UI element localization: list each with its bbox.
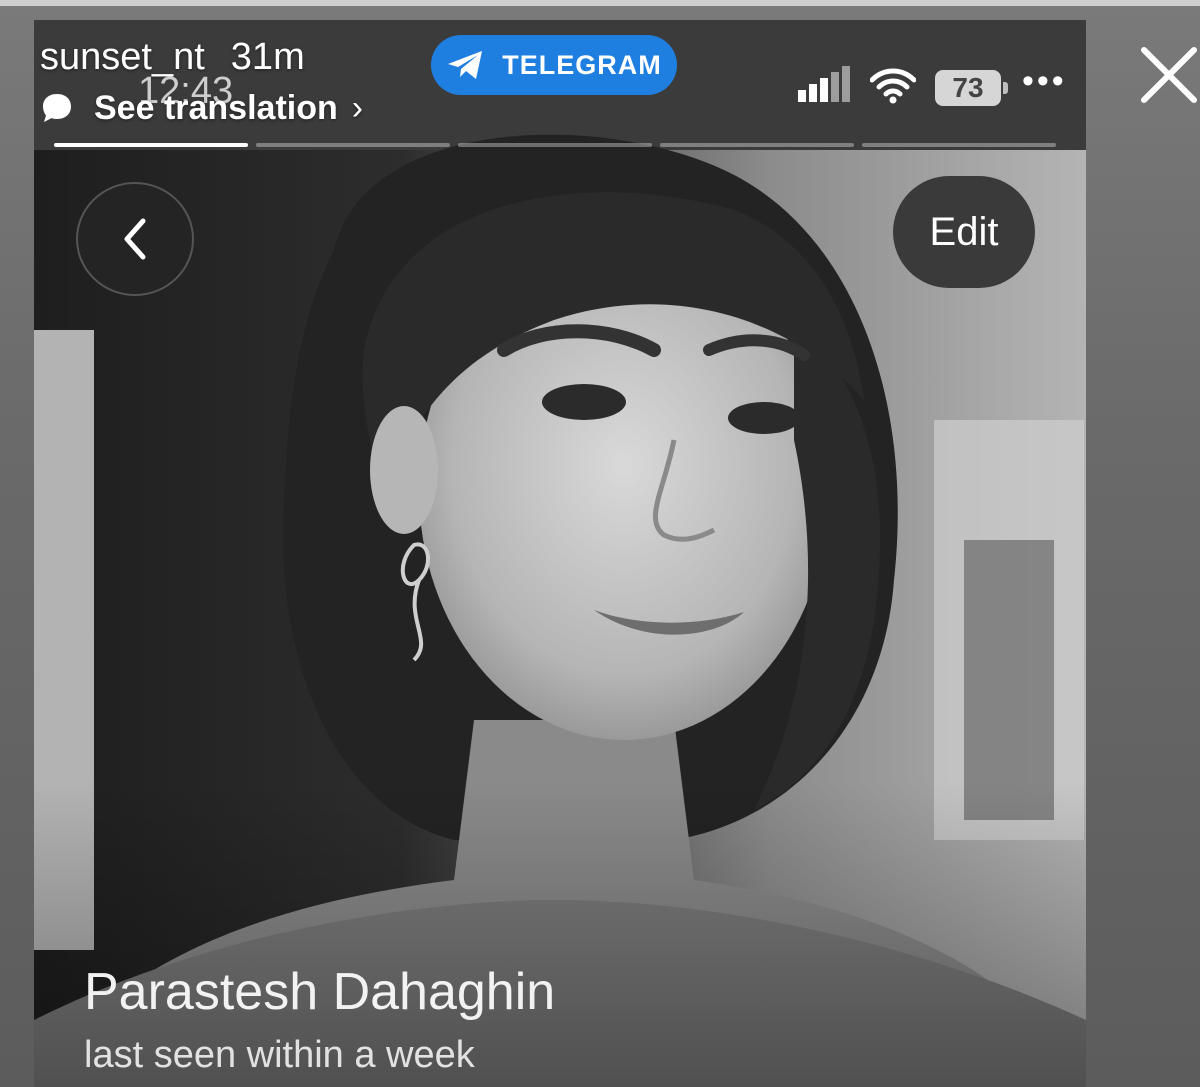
profile-name: Parastesh Dahaghin [84,963,556,1021]
story-progress-1 [54,143,248,147]
top-edge [0,0,1200,6]
wifi-icon [870,68,916,104]
story-progress-5 [862,143,1056,147]
close-icon[interactable] [1138,44,1200,106]
telegram-icon [448,51,483,79]
back-icon [124,218,146,260]
signal-icon [798,66,850,102]
last-seen-status: last seen within a week [84,1034,475,1076]
telegram-app-pill[interactable]: TELEGRAM [431,35,677,95]
back-button[interactable] [76,182,194,296]
telegram-pill-label: TELEGRAM [502,49,662,80]
battery-tip [1003,82,1008,94]
battery-level: 73 [952,72,984,103]
story-progress-4 [660,143,854,147]
chevron-right-icon: › [351,88,364,127]
story-progress-2 [256,143,450,147]
story-progress-3 [458,143,652,147]
story-time: 31m [230,36,305,78]
more-icon[interactable]: ••• [1022,62,1067,101]
edit-button[interactable]: Edit [893,176,1035,288]
see-translation-button[interactable]: See translation › [40,86,363,130]
see-translation-label: See translation [94,88,338,127]
battery-icon: 73 [935,70,1001,106]
chat-bubble-icon [43,94,71,122]
